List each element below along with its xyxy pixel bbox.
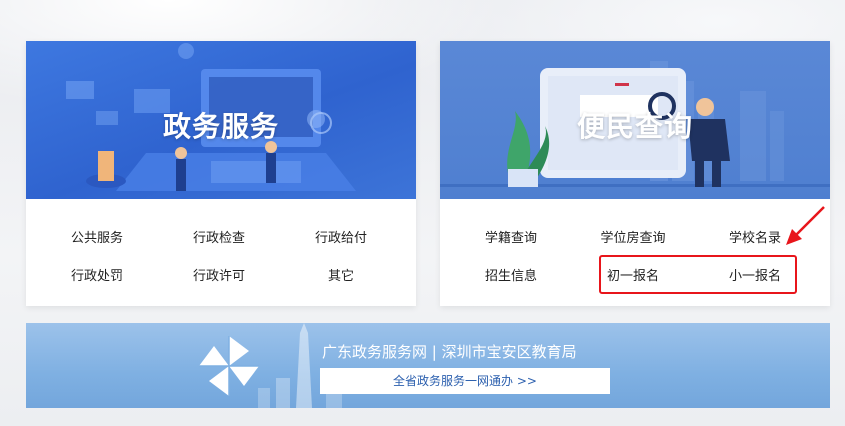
link-enrollment-info[interactable]: 招生信息	[456, 265, 566, 284]
link-public-services[interactable]: 公共服务	[42, 227, 152, 246]
link-administrative-payment[interactable]: 行政给付	[286, 227, 396, 246]
gov-banner-title: 广东政务服务网 | 深圳市宝安区教育局	[322, 343, 577, 361]
city-skyline-illustration	[258, 323, 342, 408]
convenience-query-banner[interactable]: 便民查询	[440, 41, 830, 199]
red-arrow-icon	[786, 206, 825, 245]
pinwheel-logo-icon	[199, 336, 259, 396]
convenience-query-title: 便民查询	[576, 110, 693, 143]
government-services-title: 政务服务	[162, 110, 279, 143]
highlight-box	[599, 255, 797, 294]
guangdong-gov-service-banner[interactable]: 广东政务服务网 | 深圳市宝安区教育局 全省政务服务一网通办 >>	[26, 323, 830, 408]
government-services-banner[interactable]: 政务服务	[26, 41, 416, 199]
link-school-district-housing-query[interactable]: 学位房查询	[578, 227, 688, 246]
link-student-status-query[interactable]: 学籍查询	[456, 227, 566, 246]
link-administrative-penalty[interactable]: 行政处罚	[42, 265, 152, 284]
government-services-card: 政务服务 公共服务 行政检查 行政给付 行政处罚 行政许可 其它	[26, 41, 416, 306]
unified-service-button[interactable]: 全省政务服务一网通办 >>	[320, 368, 610, 394]
link-others[interactable]: 其它	[286, 265, 396, 284]
link-administrative-license[interactable]: 行政许可	[164, 265, 274, 284]
link-administrative-inspection[interactable]: 行政检查	[164, 227, 274, 246]
